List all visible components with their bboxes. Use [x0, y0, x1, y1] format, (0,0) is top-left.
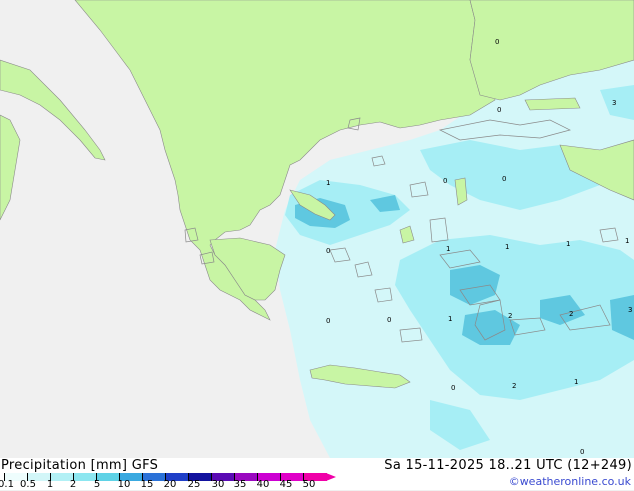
map-title: Precipitation [mm] GFS — [1, 458, 159, 473]
precip-value-label: 1 — [326, 179, 330, 187]
precip-value-label: 1 — [574, 378, 578, 386]
precip-value-label: 1 — [625, 237, 629, 245]
precip-value-label: 0 — [326, 247, 330, 255]
precip-value-label: 1 — [448, 315, 452, 323]
legend-label: 20 — [163, 479, 177, 490]
forecast-datetime: Sa 15-11-2025 18..21 UTC (12+249) — [384, 458, 632, 473]
precip-value-label: 0 — [497, 106, 501, 114]
precip-value-label: 0 — [326, 317, 330, 325]
legend-label: 50 — [302, 479, 316, 490]
precip-value-label: 0 — [451, 384, 455, 392]
precip-value-label: 1 — [566, 240, 570, 248]
legend-label: 35 — [233, 479, 247, 490]
legend-label: 1 — [46, 479, 54, 490]
legend-label: 2 — [69, 479, 77, 490]
legend-label: 10 — [117, 479, 131, 490]
legend-label: 25 — [187, 479, 201, 490]
precip-value-label: 0 — [502, 175, 506, 183]
legend-label: 15 — [140, 479, 154, 490]
credit-link[interactable]: ©weatheronline.co.uk — [509, 475, 631, 488]
precip-value-label: 1 — [446, 245, 450, 253]
precip-value-label: 2 — [508, 312, 512, 320]
map-footer: Precipitation [mm] GFS Sa 15-11-2025 18.… — [0, 458, 634, 490]
precipitation-map: 0 3 1 0 0 0 1 1 1 1 0 0 2 1 2 3 0 2 1 0 … — [0, 0, 634, 458]
legend-arrow-tip — [326, 473, 336, 481]
precip-value-label: 1 — [505, 243, 509, 251]
precip-value-label: 0 — [495, 38, 499, 46]
precip-value-label: 2 — [569, 310, 573, 318]
legend-label: 45 — [279, 479, 293, 490]
precip-value-label: 3 — [628, 306, 632, 314]
precip-value-label: 0 — [580, 448, 584, 456]
precip-value-label: 0 — [443, 177, 447, 185]
legend-label: 30 — [211, 479, 225, 490]
legend-label: 0.1 — [0, 479, 14, 490]
legend-label: 5 — [93, 479, 101, 490]
precip-value-label: 3 — [612, 99, 616, 107]
precip-value-label: 2 — [512, 382, 516, 390]
legend-label: 0.5 — [20, 479, 36, 490]
legend-label: 40 — [256, 479, 270, 490]
precip-value-label: 0 — [387, 316, 391, 324]
